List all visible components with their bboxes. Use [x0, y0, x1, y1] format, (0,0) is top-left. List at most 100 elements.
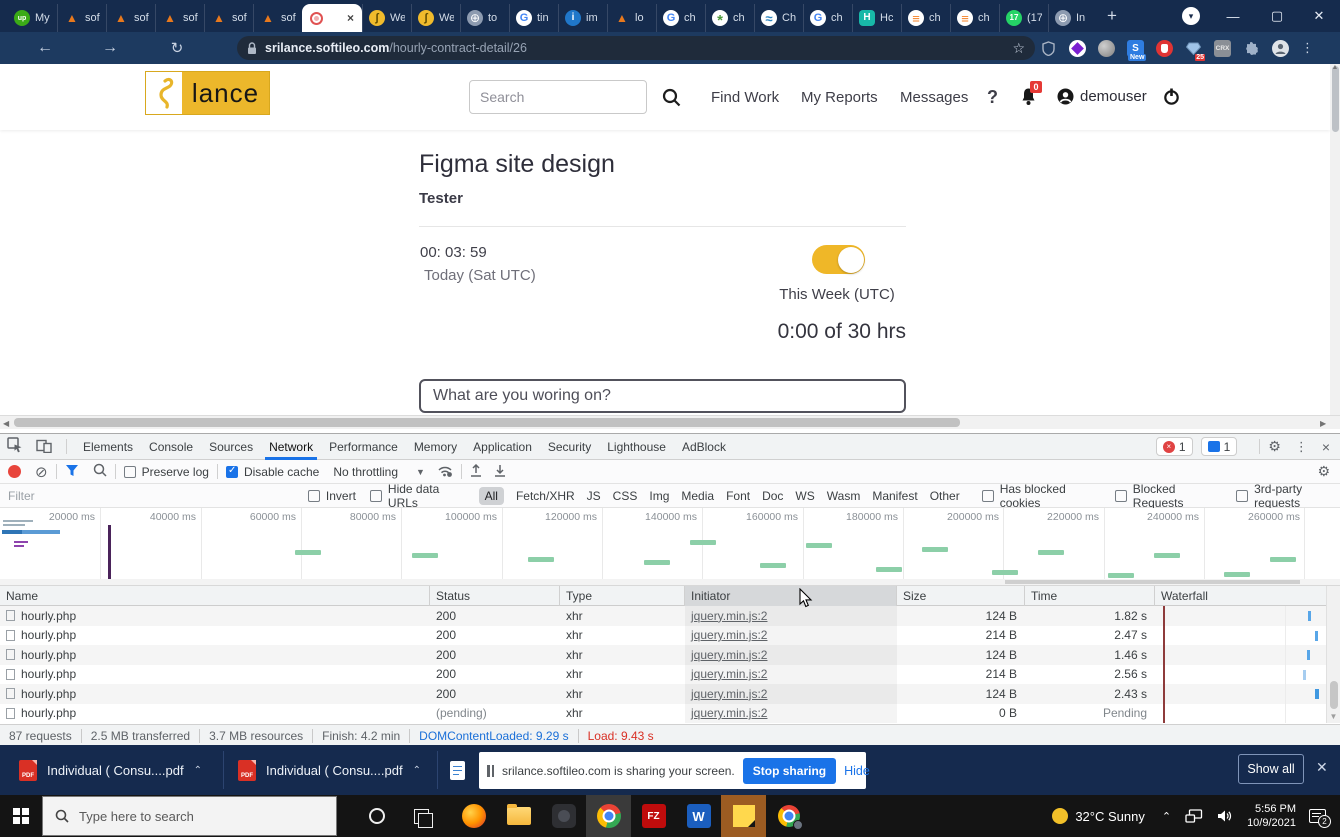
- browser-tab[interactable]: sof: [253, 4, 302, 32]
- devtools-tab-performance[interactable]: Performance: [321, 434, 406, 460]
- filter-type-ws[interactable]: WS: [795, 489, 814, 503]
- taskbar-chrome-icon-active[interactable]: [586, 795, 631, 837]
- page-vertical-scrollbar[interactable]: ▲: [1330, 64, 1340, 415]
- site-search-input[interactable]: [469, 80, 647, 114]
- network-conditions-icon[interactable]: [437, 464, 453, 480]
- stop-sharing-button[interactable]: Stop sharing: [743, 758, 836, 784]
- forward-button-icon[interactable]: →: [95, 32, 125, 64]
- scrollbar-thumb[interactable]: [1005, 580, 1300, 584]
- has-blocked-cookies-checkbox[interactable]: [982, 490, 994, 502]
- back-button-icon[interactable]: ←: [30, 32, 60, 64]
- scrollbar-thumb[interactable]: [14, 418, 960, 427]
- new-tab-button[interactable]: +: [1107, 6, 1117, 26]
- record-network-log-icon[interactable]: [8, 465, 21, 478]
- browser-profile-menu[interactable]: ▾: [1182, 7, 1200, 25]
- console-messages-badge[interactable]: 1: [1201, 437, 1238, 456]
- crx-extension-icon[interactable]: CRX: [1214, 40, 1231, 57]
- hand-blocker-extension-icon[interactable]: [1156, 40, 1173, 57]
- request-initiator-link[interactable]: jquery.min.js:2: [691, 648, 767, 662]
- logout-power-icon[interactable]: [1163, 88, 1180, 110]
- filter-type-other[interactable]: Other: [930, 489, 960, 503]
- browser-tab[interactable]: Hc: [852, 4, 901, 32]
- browser-tab[interactable]: tin: [509, 4, 558, 32]
- third-party-requests-checkbox[interactable]: [1236, 490, 1248, 502]
- scrollbar-thumb[interactable]: [1332, 66, 1339, 132]
- devtools-tab-network[interactable]: Network: [261, 434, 321, 460]
- devtools-tab-security[interactable]: Security: [540, 434, 599, 460]
- column-header-name[interactable]: Name: [0, 586, 430, 606]
- scroll-up-arrow-icon[interactable]: ▲: [1330, 64, 1340, 71]
- table-vertical-scrollbar[interactable]: ▼: [1326, 586, 1340, 723]
- cortana-button[interactable]: [355, 795, 399, 837]
- taskbar-filezilla-icon[interactable]: FZ: [631, 795, 676, 837]
- taskbar-firefox-icon[interactable]: [451, 795, 496, 837]
- network-settings-gear-icon[interactable]: ⚙: [1317, 463, 1330, 480]
- browser-tab[interactable]: We: [411, 4, 460, 32]
- network-request-row[interactable]: hourly.php 200 xhr jquery.min.js:2 124 B…: [0, 606, 1340, 626]
- request-initiator-link[interactable]: jquery.min.js:2: [691, 667, 767, 681]
- filter-type-css[interactable]: CSS: [613, 489, 638, 503]
- bookmark-star-icon[interactable]: ☆: [1012, 40, 1025, 57]
- s-extension-icon[interactable]: SNew: [1127, 40, 1144, 57]
- network-request-row[interactable]: hourly.php (pending) xhr jquery.min.js:2…: [0, 704, 1340, 724]
- filter-type-js[interactable]: JS: [587, 489, 601, 503]
- invert-checkbox[interactable]: [308, 490, 320, 502]
- purple-gem-extension-icon[interactable]: [1069, 40, 1086, 57]
- devtools-tab-console[interactable]: Console: [141, 434, 201, 460]
- filter-type-media[interactable]: Media: [681, 489, 714, 503]
- tray-expand-chevron-icon[interactable]: ⌃: [1155, 795, 1178, 837]
- request-initiator-link[interactable]: jquery.min.js:2: [691, 687, 767, 701]
- column-header-size[interactable]: Size: [897, 586, 1025, 606]
- timeline-scrollbar[interactable]: [0, 579, 1340, 586]
- download-item[interactable]: PDF Individual ( Consu....pdf ⌃: [238, 745, 421, 795]
- devtools-menu-kebab-icon[interactable]: ⋮: [1295, 439, 1308, 455]
- nav-my-reports[interactable]: My Reports: [801, 64, 878, 130]
- notification-bell-icon[interactable]: 0: [1020, 87, 1037, 111]
- scrollbar-thumb[interactable]: [1330, 681, 1338, 709]
- throttling-select[interactable]: No throttling: [333, 465, 398, 479]
- taskbar-clock[interactable]: 5:56 PM 10/9/2021: [1241, 802, 1302, 830]
- column-header-status[interactable]: Status: [430, 586, 560, 606]
- window-maximize-button[interactable]: ▢: [1262, 0, 1292, 32]
- memo-input[interactable]: [419, 379, 906, 413]
- browser-tab[interactable]: ch: [950, 4, 999, 32]
- sphere-extension-icon[interactable]: [1098, 40, 1115, 57]
- request-initiator-link[interactable]: jquery.min.js:2: [691, 609, 767, 623]
- browser-tab[interactable]: ch: [901, 4, 950, 32]
- browser-tab[interactable]: lo: [607, 4, 656, 32]
- browser-tab[interactable]: sof: [57, 4, 106, 32]
- taskbar-sticky-notes-icon-active[interactable]: [721, 795, 766, 837]
- download-chevron-icon[interactable]: ⌃: [413, 765, 421, 776]
- download-bar-close-icon[interactable]: ✕: [1316, 759, 1328, 776]
- action-center-button[interactable]: 2: [1302, 795, 1340, 837]
- column-header-time[interactable]: Time: [1025, 586, 1155, 606]
- network-filter-input[interactable]: [0, 489, 308, 503]
- taskbar-search-input[interactable]: [79, 809, 309, 824]
- network-request-row[interactable]: hourly.php 200 xhr jquery.min.js:2 214 B…: [0, 626, 1340, 646]
- devtools-tab-sources[interactable]: Sources: [201, 434, 261, 460]
- network-overview-timeline[interactable]: 20000 ms 40000 ms 60000 ms 80000 ms 1000…: [0, 508, 1340, 579]
- browser-tab[interactable]: ch: [803, 4, 852, 32]
- request-initiator-link[interactable]: jquery.min.js:2: [691, 628, 767, 642]
- column-header-initiator[interactable]: Initiator: [685, 586, 897, 606]
- filter-type-doc[interactable]: Doc: [762, 489, 783, 503]
- network-request-row[interactable]: hourly.php 200 xhr jquery.min.js:2 124 B…: [0, 684, 1340, 704]
- preserve-log-checkbox[interactable]: [124, 466, 136, 478]
- column-header-waterfall[interactable]: Waterfall: [1155, 586, 1326, 606]
- browser-tab[interactable]: to: [460, 4, 509, 32]
- browser-tab[interactable]: sof: [204, 4, 253, 32]
- user-menu[interactable]: demouser: [1057, 88, 1147, 105]
- import-har-icon[interactable]: [470, 464, 482, 480]
- srilance-logo[interactable]: lance: [145, 71, 270, 115]
- taskbar-file-explorer-icon[interactable]: [496, 795, 541, 837]
- filter-type-fetch-xhr[interactable]: Fetch/XHR: [516, 489, 575, 503]
- filter-type-img[interactable]: Img: [649, 489, 669, 503]
- download-item[interactable]: PDF Individual ( Consu....pdf ⌃: [19, 745, 202, 795]
- taskbar-chrome-profile-icon[interactable]: [766, 795, 811, 837]
- shield-extension-icon[interactable]: [1040, 40, 1057, 57]
- taskbar-dark-app-icon[interactable]: [541, 795, 586, 837]
- nav-messages[interactable]: Messages: [900, 64, 968, 130]
- show-all-downloads-button[interactable]: Show all: [1238, 754, 1304, 784]
- browser-tab[interactable]: (17: [999, 4, 1048, 32]
- hide-data-urls-checkbox[interactable]: [370, 490, 382, 502]
